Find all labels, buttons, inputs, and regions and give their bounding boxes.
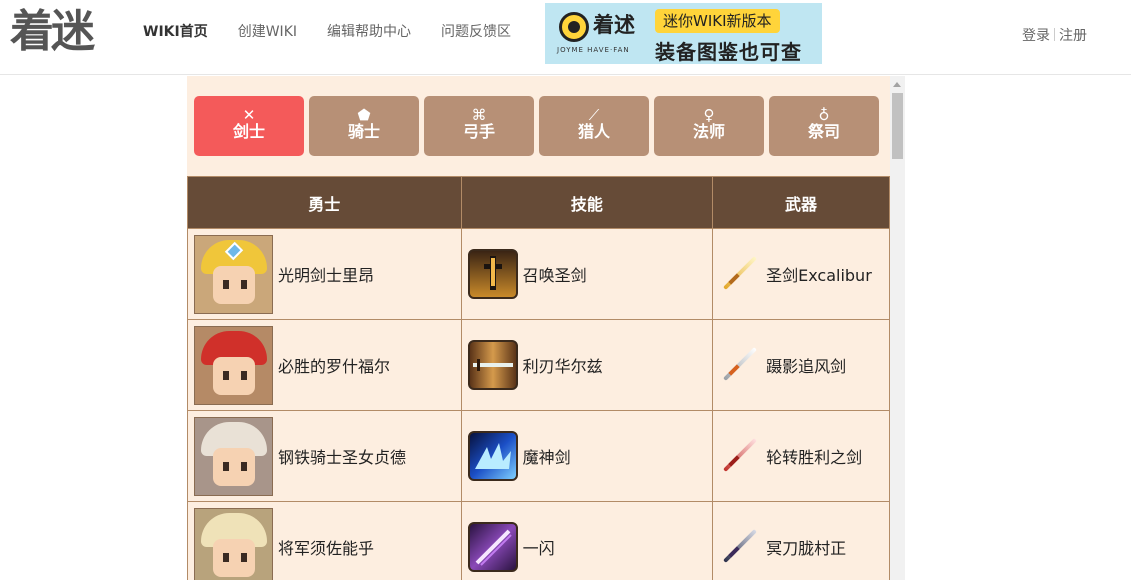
skill-icon[interactable]: [467, 431, 518, 481]
skill-name[interactable]: 利刃华尔兹: [523, 353, 603, 377]
banner-tag: 迷你WIKI新版本: [655, 9, 780, 33]
weapon-name[interactable]: 蹑影追风剑: [766, 353, 846, 377]
hero-portrait[interactable]: [194, 234, 273, 314]
banner-headline: 装备图鉴也可查: [655, 40, 802, 64]
auth-divider: [1054, 28, 1055, 41]
top-bar: 着迷 WIKI首页 创建WIKI 编辑帮助中心 问题反馈区 着述 JOYME H…: [0, 0, 1131, 75]
weapon-name[interactable]: 轮转胜利之剑: [766, 444, 862, 468]
table-row: 钢铁骑士圣女贞德 魔神剑 轮转胜利之剑: [187, 410, 890, 502]
tab-label: 弓手: [462, 122, 495, 141]
shield-icon: ⬟: [357, 106, 371, 124]
column-header-skill: 技能: [460, 176, 714, 229]
vertical-scrollbar[interactable]: [890, 76, 905, 580]
class-tabs: ✕ 剑士 ⬟ 骑士 ⌘ 弓手 ⟋ 猎人 ♀ 法师 ♁ 祭司: [194, 96, 884, 156]
sword-icon: ✕: [242, 106, 256, 124]
tab-label: 骑士: [347, 122, 380, 141]
scroll-thumb[interactable]: [892, 93, 903, 159]
skill-icon[interactable]: [467, 340, 518, 390]
tab-knight[interactable]: ⬟ 骑士: [309, 96, 419, 156]
tab-priest[interactable]: ♁ 祭司: [769, 96, 879, 156]
hero-portrait[interactable]: [194, 507, 273, 580]
tab-label: 猎人: [577, 122, 610, 141]
login-link[interactable]: 登录: [1022, 28, 1050, 44]
hero-portrait[interactable]: [194, 416, 273, 496]
weapon-icon[interactable]: [719, 344, 761, 386]
table-header-row: 勇士 技能 武器: [187, 176, 890, 229]
site-logo[interactable]: 着迷: [10, 7, 95, 57]
hero-name[interactable]: 钢铁骑士圣女贞德: [278, 444, 406, 468]
hero-name[interactable]: 光明剑士里昂: [278, 262, 374, 286]
tab-mage[interactable]: ♀ 法师: [654, 96, 764, 156]
nav-feedback[interactable]: 问题反馈区: [441, 22, 511, 42]
tab-label: 祭司: [807, 122, 840, 141]
wiki-content-frame: ✕ 剑士 ⬟ 骑士 ⌘ 弓手 ⟋ 猎人 ♀ 法师 ♁ 祭司 勇士 技能 武器 光…: [187, 76, 905, 580]
tab-label: 剑士: [232, 122, 265, 141]
banner-subtitle: JOYME HAVE·FAN: [557, 46, 630, 54]
auth-links: 登录 注册: [1022, 25, 1087, 45]
table-row: 必胜的罗什福尔 利刃华尔兹 蹑影追风剑: [187, 319, 890, 411]
scroll-up-icon[interactable]: [893, 82, 901, 87]
hero-name[interactable]: 将军须佐能乎: [278, 535, 374, 559]
column-header-weapon: 武器: [712, 176, 890, 229]
skill-name[interactable]: 魔神剑: [523, 444, 571, 468]
banner-brand: 着述: [593, 13, 635, 37]
weapon-icon[interactable]: [719, 253, 761, 295]
tab-swordsman[interactable]: ✕ 剑士: [194, 96, 304, 156]
tab-hunter[interactable]: ⟋ 猎人: [539, 96, 649, 156]
weapon-name[interactable]: 圣剑Excalibur: [766, 262, 872, 286]
bow-icon: ⌘: [471, 106, 487, 124]
tab-label: 法师: [692, 122, 725, 141]
skill-icon[interactable]: [467, 522, 518, 572]
hero-portrait[interactable]: [194, 325, 273, 405]
column-header-hero: 勇士: [187, 176, 462, 229]
hero-name[interactable]: 必胜的罗什福尔: [278, 353, 390, 377]
weapon-icon[interactable]: [719, 435, 761, 477]
staff-icon: ♀: [703, 106, 715, 124]
skill-name[interactable]: 一闪: [523, 535, 555, 559]
tab-archer[interactable]: ⌘ 弓手: [424, 96, 534, 156]
main-nav: WIKI首页 创建WIKI 编辑帮助中心 问题反馈区: [143, 22, 541, 42]
table-row: 将军须佐能乎 一闪 冥刀胧村正: [187, 501, 890, 580]
register-link[interactable]: 注册: [1059, 28, 1087, 44]
nav-create-wiki[interactable]: 创建WIKI: [238, 22, 297, 42]
nav-wiki-home[interactable]: WIKI首页: [143, 22, 208, 42]
cross-icon: ♁: [818, 106, 830, 124]
brand-mascot-icon: [559, 12, 589, 42]
nav-edit-help[interactable]: 编辑帮助中心: [327, 22, 411, 42]
weapon-name[interactable]: 冥刀胧村正: [766, 535, 846, 559]
hero-table: 勇士 技能 武器 光明剑士里昂 召唤圣剑 圣剑Excalibur 必胜的罗什福尔…: [187, 176, 890, 580]
skill-name[interactable]: 召唤圣剑: [523, 262, 587, 286]
promo-banner[interactable]: 着述 JOYME HAVE·FAN 迷你WIKI新版本 装备图鉴也可查: [545, 3, 822, 64]
skill-icon[interactable]: [467, 249, 518, 299]
table-row: 光明剑士里昂 召唤圣剑 圣剑Excalibur: [187, 228, 890, 320]
dagger-icon: ⟋: [588, 106, 600, 124]
weapon-icon[interactable]: [719, 526, 761, 568]
